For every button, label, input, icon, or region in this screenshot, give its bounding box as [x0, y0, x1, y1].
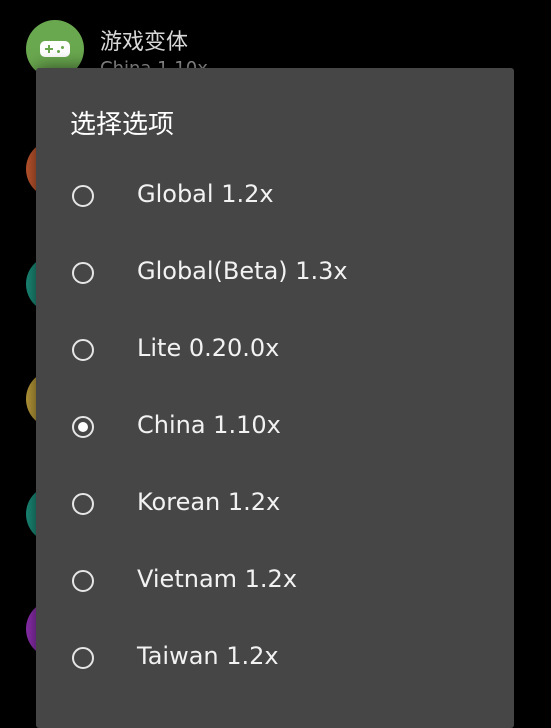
- option-label: Korean 1.2x: [137, 488, 281, 516]
- option-taiwan[interactable]: Taiwan 1.2x: [36, 638, 514, 698]
- radio-unchecked-icon[interactable]: [72, 262, 94, 284]
- option-label: Global(Beta) 1.3x: [137, 257, 348, 285]
- option-global[interactable]: Global 1.2x: [36, 176, 514, 236]
- select-option-dialog: 选择选项 Global 1.2x Global(Beta) 1.3x Lite …: [36, 68, 514, 728]
- dialog-title: 选择选项: [70, 110, 175, 140]
- option-label: Taiwan 1.2x: [137, 642, 279, 670]
- radio-unchecked-icon[interactable]: [72, 647, 94, 669]
- option-korean[interactable]: Korean 1.2x: [36, 484, 514, 544]
- radio-unchecked-icon[interactable]: [72, 493, 94, 515]
- option-label: Vietnam 1.2x: [137, 565, 298, 593]
- bg-item-title: 游戏变体: [100, 30, 189, 55]
- radio-checked-icon[interactable]: [72, 416, 94, 438]
- option-global-beta[interactable]: Global(Beta) 1.3x: [36, 253, 514, 313]
- option-lite[interactable]: Lite 0.20.0x: [36, 330, 514, 390]
- option-label: Global 1.2x: [137, 180, 274, 208]
- radio-unchecked-icon[interactable]: [72, 185, 94, 207]
- radio-unchecked-icon[interactable]: [72, 570, 94, 592]
- radio-unchecked-icon[interactable]: [72, 339, 94, 361]
- option-china[interactable]: China 1.10x: [36, 407, 514, 467]
- option-vietnam[interactable]: Vietnam 1.2x: [36, 561, 514, 621]
- option-label: Lite 0.20.0x: [137, 334, 280, 362]
- option-label: China 1.10x: [137, 411, 281, 439]
